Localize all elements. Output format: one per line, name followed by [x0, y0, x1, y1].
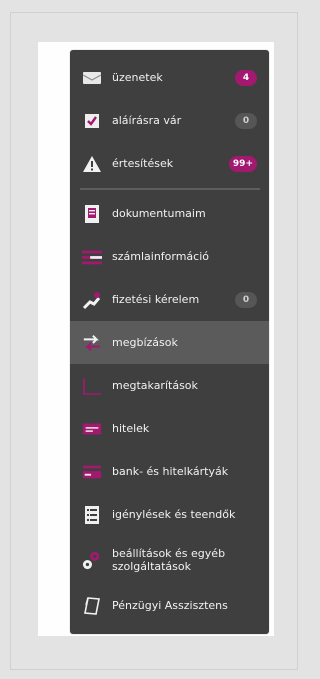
menu-item-label: igénylések és teendők [112, 508, 236, 521]
side-menu: üzenetek 4 aláírásra vár 0 értesítések 9… [70, 50, 269, 634]
menu-item-bankkartyak[interactable]: bank- és hitelkártyák [70, 450, 269, 493]
checklist-icon [82, 505, 102, 525]
menu-item-igenylesek[interactable]: igénylések és teendők [70, 493, 269, 536]
menu-item-label: üzenetek [112, 71, 163, 84]
savings-chart-icon [82, 376, 102, 396]
menu-item-uzenetek[interactable]: üzenetek 4 [70, 56, 269, 99]
menu-item-megbizasok[interactable]: megbízások [70, 321, 269, 364]
check-document-icon [82, 111, 102, 131]
count-badge: 0 [235, 112, 257, 129]
menu-item-hitelek[interactable]: hitelek [70, 407, 269, 450]
menu-item-fizetesi-kerelem[interactable]: fizetési kérelem 0 [70, 278, 269, 321]
documents-icon [82, 204, 102, 224]
warning-icon [82, 154, 102, 174]
unread-badge: 4 [235, 69, 257, 86]
menu-item-label: aláírásra vár [112, 114, 182, 127]
menu-item-label: bank- és hitelkártyák [112, 465, 229, 478]
menu-item-penzugyi-asszisztens[interactable]: Pénzügyi Asszisztens [70, 584, 269, 627]
menu-item-label: hitelek [112, 422, 150, 435]
menu-item-megtakaritasok[interactable]: megtakarítások [70, 364, 269, 407]
menu-item-dokumentumaim[interactable]: dokumentumaim [70, 192, 269, 235]
menu-item-label: megbízások [112, 336, 178, 349]
assistant-icon [82, 596, 102, 616]
menu-item-szamlainformacio[interactable]: számlainformáció [70, 235, 269, 278]
account-info-icon [82, 247, 102, 267]
menu-item-alairasra-var[interactable]: aláírásra vár 0 [70, 99, 269, 142]
credit-card-icon [82, 462, 102, 482]
notification-badge: 99+ [228, 155, 257, 172]
loan-icon [82, 419, 102, 439]
menu-item-label: számlainformáció [112, 250, 210, 263]
settings-gears-icon [82, 550, 102, 570]
menu-item-label: dokumentumaim [112, 207, 206, 220]
transfer-arrows-icon [82, 333, 102, 353]
menu-item-beallitasok[interactable]: beállítások és egyéb szolgáltatások [70, 536, 269, 584]
menu-item-label: értesítések [112, 157, 174, 170]
menu-item-label: Pénzügyi Asszisztens [112, 599, 228, 612]
menu-item-label: beállítások és egyéb szolgáltatások [112, 547, 226, 573]
menu-divider [80, 188, 260, 190]
menu-item-label: fizetési kérelem [112, 293, 200, 306]
count-badge: 0 [235, 291, 257, 308]
payment-request-icon [82, 290, 102, 310]
menu-item-label: megtakarítások [112, 379, 198, 392]
envelope-icon [82, 68, 102, 88]
menu-item-ertesitesek[interactable]: értesítések 99+ [70, 142, 269, 185]
